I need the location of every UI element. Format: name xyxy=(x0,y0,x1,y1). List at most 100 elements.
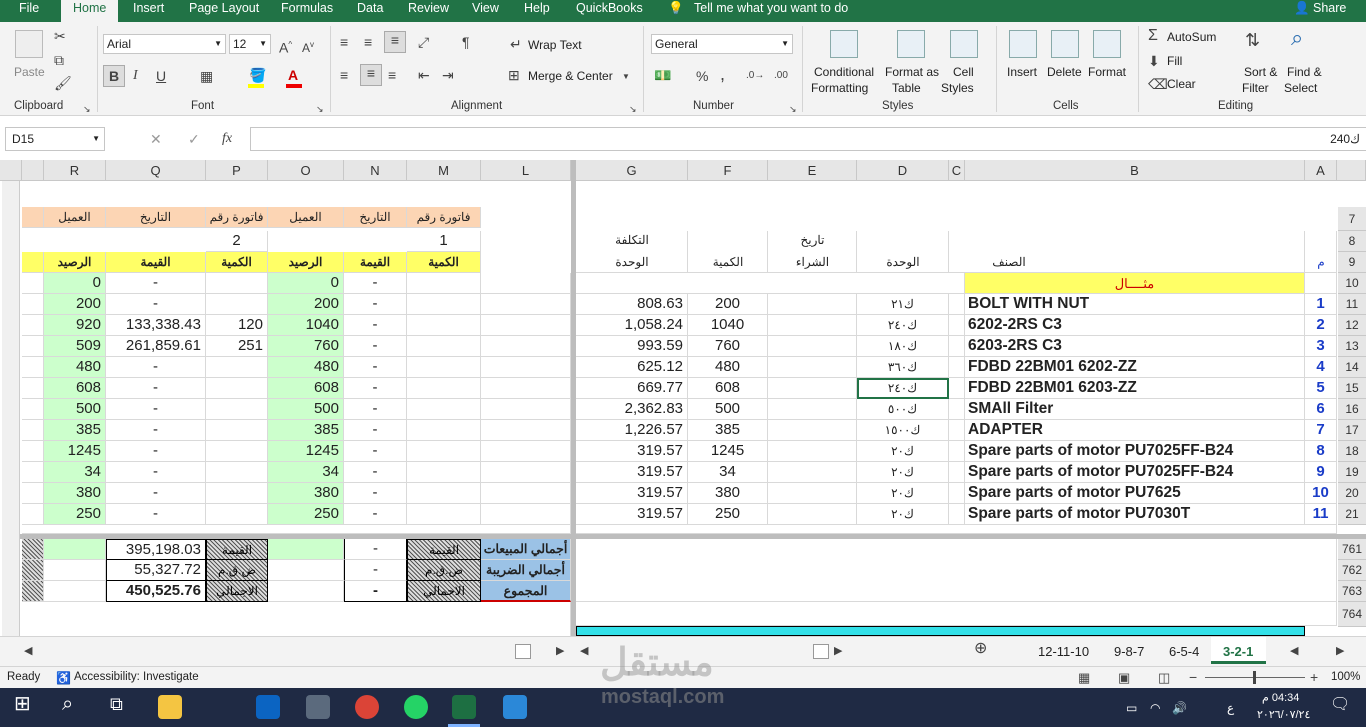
task-view-icon[interactable]: ⧉ xyxy=(110,695,123,713)
volume-icon[interactable]: 🔊 xyxy=(1172,700,1187,716)
dialog-launcher-icon[interactable]: ↘ xyxy=(316,101,324,117)
sheet-tab-12-11-10[interactable]: 12-11-10 xyxy=(1038,644,1089,659)
item-qty[interactable]: 608 xyxy=(688,378,768,399)
increase-indent-icon[interactable]: ⇥ xyxy=(442,67,454,83)
cancel-icon[interactable]: ✕ xyxy=(150,131,162,147)
example-row-empty[interactable] xyxy=(576,273,965,294)
item-cost[interactable]: 319.57 xyxy=(576,441,688,462)
subheader-value[interactable]: القيمة xyxy=(344,252,407,273)
total-hatch-s[interactable] xyxy=(22,581,44,602)
item-col-c[interactable] xyxy=(949,294,965,315)
align-middle-icon[interactable]: ≡ xyxy=(364,34,372,50)
share-button[interactable]: Share xyxy=(1313,0,1346,22)
item-number[interactable]: 4 xyxy=(1305,357,1337,378)
item-unit[interactable]: ك٢١ xyxy=(857,294,949,315)
item-unit[interactable]: ك٢٠ xyxy=(857,483,949,504)
column-header-g[interactable]: G xyxy=(576,160,688,181)
invoice-header-s[interactable] xyxy=(22,207,44,228)
left-col-s[interactable] xyxy=(22,273,44,294)
balance-r[interactable]: 200 xyxy=(44,294,106,315)
item-cost[interactable]: 319.57 xyxy=(576,504,688,525)
invoice-number-2[interactable]: 2 xyxy=(206,231,268,252)
tab-insert[interactable]: Insert xyxy=(133,0,164,22)
item-qty[interactable]: 500 xyxy=(688,399,768,420)
column-header-n[interactable]: N xyxy=(344,160,407,181)
item-unit[interactable]: ك٢٠ xyxy=(857,462,949,483)
format-as-table-icon[interactable] xyxy=(897,30,925,58)
qty-m[interactable] xyxy=(407,462,481,483)
zoom-level[interactable]: 100% xyxy=(1331,671,1360,683)
item-name[interactable]: FDBD 22BM01 6202-ZZ xyxy=(965,357,1305,378)
item-qty[interactable]: 34 xyxy=(688,462,768,483)
item-name[interactable]: BOLT WITH NUT xyxy=(965,294,1305,315)
scroll-left-icon[interactable]: ◀ xyxy=(24,643,32,659)
item-cost[interactable]: 319.57 xyxy=(576,462,688,483)
total-label-m[interactable]: القيمة xyxy=(407,539,481,560)
column-header-c[interactable]: C xyxy=(949,160,965,181)
dialog-launcher-icon[interactable]: ↘ xyxy=(83,101,91,117)
item-unit[interactable]: ك١٨٠ xyxy=(857,336,949,357)
item-name[interactable]: ADAPTER xyxy=(965,420,1305,441)
item-qty[interactable]: 760 xyxy=(688,336,768,357)
item-cost[interactable]: 808.63 xyxy=(576,294,688,315)
value-q[interactable]: - xyxy=(106,357,206,378)
item-qty[interactable]: 1245 xyxy=(688,441,768,462)
row-header[interactable]: 764 xyxy=(1338,602,1366,627)
column-header-f[interactable]: F xyxy=(688,160,768,181)
subheader-qty[interactable]: الكمية xyxy=(206,252,268,273)
value-n[interactable]: - xyxy=(344,504,407,525)
outlook-icon[interactable] xyxy=(256,695,280,719)
col-l[interactable] xyxy=(481,294,571,315)
left-col-s[interactable] xyxy=(22,378,44,399)
font-size-box[interactable]: 12 ▼ xyxy=(229,34,271,54)
item-number[interactable]: 10 xyxy=(1305,483,1337,504)
wifi-icon[interactable]: ◠ xyxy=(1150,700,1160,716)
left-col-s[interactable] xyxy=(22,441,44,462)
subheader-qty[interactable]: الكمية xyxy=(407,252,481,273)
zoom-in-icon[interactable]: + xyxy=(1310,669,1318,685)
column-header-b[interactable]: B xyxy=(965,160,1305,181)
col-l[interactable] xyxy=(481,357,571,378)
worksheet-grid[interactable]: G F E D C B A R Q P O N M L 7 8 9 10 11 12 13 14 15 16 17 18 19 20 2… xyxy=(0,160,1366,666)
font-color-icon[interactable]: A xyxy=(288,67,298,83)
excel-taskbar-icon[interactable] xyxy=(452,695,476,719)
item-name[interactable]: 6202-2RS C3 xyxy=(965,315,1305,336)
align-right-icon[interactable]: ≡ xyxy=(388,67,396,83)
value-q[interactable]: - xyxy=(106,294,206,315)
row-header[interactable]: 7 xyxy=(1338,207,1366,231)
decrease-font-icon[interactable]: Av xyxy=(302,37,314,56)
value-n[interactable]: - xyxy=(344,273,407,294)
item-date[interactable] xyxy=(768,378,857,399)
balance-o[interactable]: 480 xyxy=(268,357,344,378)
qty-p[interactable] xyxy=(206,504,268,525)
accessibility-icon[interactable]: ♿ xyxy=(56,670,71,686)
rtl-direction-icon[interactable]: ¶ xyxy=(462,34,470,50)
column-header-l[interactable]: L xyxy=(481,160,571,181)
row-header[interactable]: 17 xyxy=(1338,420,1366,441)
qty-m[interactable] xyxy=(407,273,481,294)
find-select-label-1[interactable]: Find & xyxy=(1287,65,1322,79)
balance-o[interactable]: 200 xyxy=(268,294,344,315)
column-header-a[interactable]: A xyxy=(1305,160,1337,181)
conditional-formatting-label-1[interactable]: Conditional xyxy=(814,65,874,79)
item-cost[interactable]: 625.12 xyxy=(576,357,688,378)
scroll-right-icon[interactable]: ▶ xyxy=(834,643,842,659)
item-date[interactable] xyxy=(768,441,857,462)
row-header[interactable]: 16 xyxy=(1338,399,1366,420)
item-unit[interactable]: ك٣٦٠ xyxy=(857,357,949,378)
autosum-button[interactable]: AutoSum xyxy=(1167,30,1216,44)
col-l[interactable] xyxy=(481,336,571,357)
item-number[interactable]: 9 xyxy=(1305,462,1337,483)
orientation-icon[interactable]: ⤢ xyxy=(418,34,429,50)
total-value[interactable]: 55,327.72 xyxy=(106,560,206,581)
column-header-q[interactable]: Q xyxy=(106,160,206,181)
balance-r[interactable]: 500 xyxy=(44,399,106,420)
item-number[interactable]: 8 xyxy=(1305,441,1337,462)
left-col-s[interactable] xyxy=(22,399,44,420)
value-q[interactable]: - xyxy=(106,441,206,462)
left-col-s[interactable] xyxy=(22,315,44,336)
item-date[interactable] xyxy=(768,294,857,315)
left-col-s[interactable] xyxy=(22,462,44,483)
row-header[interactable]: 762 xyxy=(1338,560,1366,581)
page-break-view-icon[interactable]: ◫ xyxy=(1158,670,1170,686)
